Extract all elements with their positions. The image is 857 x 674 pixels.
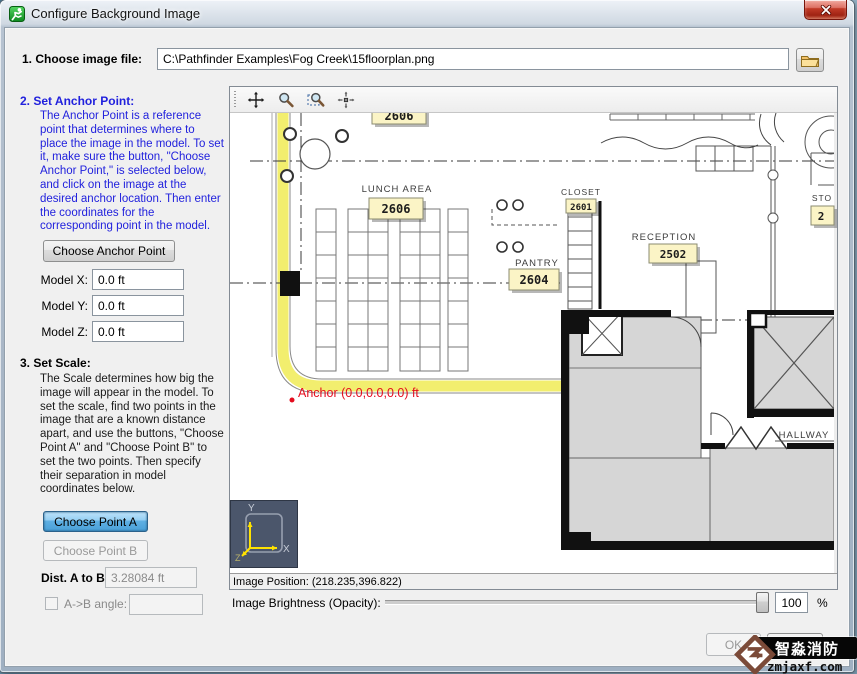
storage-room-number: 2 [818, 210, 825, 223]
lunch-room-number: 2606 [382, 202, 411, 216]
choose-point-b-button[interactable]: Choose Point B [43, 540, 148, 561]
model-x-input[interactable] [92, 269, 184, 290]
reception-room-number: 2502 [660, 248, 687, 261]
anchor-point-description: The Anchor Point is a reference point th… [40, 110, 225, 234]
pantry-room-number: 2604 [520, 273, 549, 287]
watermark-site: zmjaxf.com [767, 659, 842, 674]
model-y-label: Model Y: [40, 299, 88, 313]
pan-tool-button[interactable] [243, 89, 269, 111]
closet-room-number: 2601 [570, 203, 592, 213]
brightness-slider-track[interactable] [385, 600, 765, 605]
pantry-label: PANTRY [515, 258, 559, 269]
brightness-label: Image Brightness (Opacity): [232, 596, 381, 610]
model-y-input[interactable] [92, 295, 184, 316]
magnifier-icon [277, 91, 295, 109]
lunch-area-label: LUNCH AREA [362, 184, 433, 195]
app-icon [9, 6, 25, 22]
preview-toolbar [230, 87, 837, 113]
model-x-label: Model X: [40, 273, 88, 287]
image-position-text: Image Position: (218.235,396.822) [233, 576, 402, 588]
browse-file-button[interactable] [796, 48, 824, 72]
top-room-number: 2606 [385, 113, 414, 123]
brightness-slider-thumb[interactable] [756, 592, 769, 613]
floorplan-drawing: LUNCH AREA CLOSET RECEPTION PANTRY STO H… [230, 113, 837, 573]
watermark-logo-icon [733, 635, 777, 674]
toolbar-grip[interactable] [234, 91, 236, 109]
model-z-label: Model Z: [40, 325, 88, 339]
set-scale-description: The Scale determines how big the image w… [40, 373, 225, 497]
dist-a-to-b-input[interactable] [105, 567, 197, 588]
crosshair-point-icon [337, 91, 355, 109]
set-scale-heading: 3. Set Scale: [20, 356, 91, 370]
dist-a-to-b-label: Dist. A to B: [41, 571, 109, 585]
watermark: 智淼消防 zmjaxf.com [733, 635, 857, 674]
axis-x-label: X [283, 544, 290, 555]
brightness-value-input[interactable] [775, 592, 808, 613]
choose-anchor-point-button[interactable]: Choose Anchor Point [43, 240, 175, 262]
hallway-label: HALLWAY [779, 430, 830, 441]
desktop-background: Configure Background Image 1. Choose ima… [0, 0, 857, 674]
image-position-statusbar: Image Position: (218.235,396.822) [230, 573, 837, 589]
image-file-path-input[interactable] [157, 48, 789, 70]
model-z-input[interactable] [92, 321, 184, 342]
angle-checkbox[interactable] [45, 597, 58, 610]
brightness-unit-label: % [817, 596, 828, 610]
close-icon [820, 5, 832, 15]
zoom-tool-button[interactable] [273, 89, 299, 111]
titlebar[interactable]: Configure Background Image [0, 0, 854, 27]
anchor-annotation: Anchor (0.0,0.0,0.0) ft [298, 386, 419, 400]
folder-open-icon [800, 53, 820, 68]
zoom-box-tool-button[interactable] [303, 89, 329, 111]
magnifier-region-icon [306, 91, 326, 109]
angle-label: A->B angle: [64, 597, 127, 611]
set-anchor-point-heading: 2. Set Anchor Point: [20, 94, 134, 108]
storage-label: STO [812, 193, 832, 203]
window-title: Configure Background Image [31, 6, 200, 21]
angle-input[interactable] [129, 594, 203, 615]
column [280, 271, 300, 296]
floorplan-canvas[interactable]: LUNCH AREA CLOSET RECEPTION PANTRY STO H… [230, 113, 837, 573]
choose-point-a-button[interactable]: Choose Point A [43, 511, 148, 532]
axis-y-label: Y [248, 503, 255, 514]
choose-image-file-label: 1. Choose image file: [22, 52, 142, 66]
close-button[interactable] [804, 0, 847, 20]
configure-background-image-dialog: Configure Background Image 1. Choose ima… [0, 0, 854, 672]
pan-icon [247, 91, 265, 109]
closet-label: CLOSET [561, 187, 601, 197]
choose-point-tool-button[interactable] [333, 89, 359, 111]
dialog-client-area: 1. Choose image file: 2. Set Anchor Poin… [4, 27, 850, 667]
axis-z-label: Z [235, 553, 241, 563]
image-preview-panel: LUNCH AREA CLOSET RECEPTION PANTRY STO H… [229, 86, 838, 590]
orientation-cube-thumbnail[interactable]: Y X Z [230, 500, 298, 568]
reception-label: RECEPTION [632, 232, 696, 243]
